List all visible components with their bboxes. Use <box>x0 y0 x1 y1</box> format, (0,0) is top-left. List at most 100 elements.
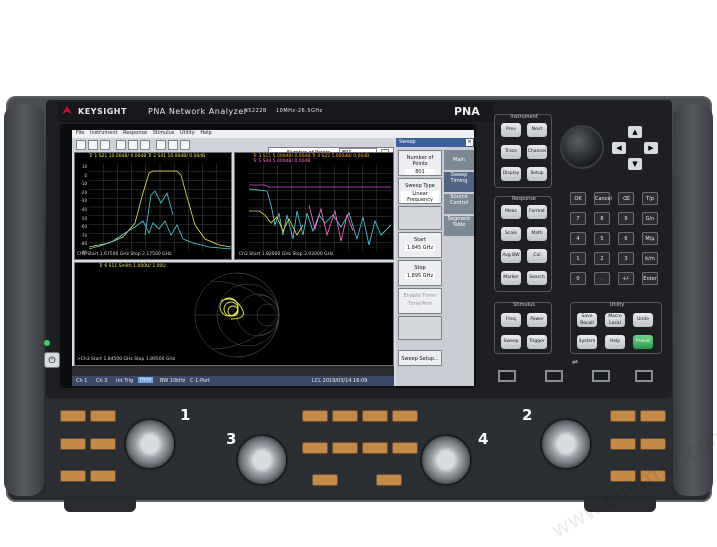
tab-segment-table[interactable]: Segment Table <box>444 216 474 236</box>
test-port-1[interactable] <box>124 418 176 470</box>
coupler-jumper[interactable] <box>640 410 666 422</box>
prev-key[interactable]: Prev <box>501 123 521 137</box>
arrow-up-icon[interactable]: ▲ <box>628 126 642 138</box>
cancel-key[interactable]: Cancel <box>594 192 612 205</box>
close-icon[interactable]: ✕ <box>466 139 473 146</box>
key-4[interactable]: 4 <box>570 232 586 245</box>
softkey-start[interactable]: Start 1.845 GHz <box>398 232 442 258</box>
usb-port-4[interactable] <box>635 370 653 382</box>
marker-key[interactable]: Marker <box>501 271 521 285</box>
coupler-jumper[interactable] <box>90 470 116 482</box>
softkey-sweep-type[interactable]: Sweep Type Linear Frequency <box>398 178 442 204</box>
status-channel-1[interactable]: Ch 1 <box>76 378 87 384</box>
preset-key[interactable]: Preset <box>633 335 653 349</box>
usb-port-3[interactable] <box>592 370 610 382</box>
mega-micro-key[interactable]: M/μ <box>642 232 658 245</box>
usb-port-2[interactable] <box>545 370 563 382</box>
key-2[interactable]: 2 <box>594 252 610 265</box>
plot-window-ch3[interactable]: Tr 6 S11 Smith 1.000U/ 1.00U >Ch3 Start … <box>74 262 394 366</box>
plot-window-ch1[interactable]: Tr 1 S21 10.00dB/ 0.00dB Tr 2 S41 10.00d… <box>74 152 232 260</box>
softkey-sweep-setup[interactable]: Sweep Setup... <box>398 350 442 366</box>
coupler-jumper[interactable] <box>640 438 666 450</box>
menu-response[interactable]: Response <box>123 130 147 136</box>
coupler-jumper[interactable] <box>610 410 636 422</box>
tab-main[interactable]: Main <box>444 150 474 170</box>
tab-source-control[interactable]: Source Control <box>444 194 474 214</box>
coupler-jumper[interactable] <box>362 442 388 454</box>
coupler-jumper[interactable] <box>332 442 358 454</box>
coupler-jumper[interactable] <box>60 438 86 450</box>
menu-help[interactable]: Help <box>200 130 211 136</box>
decimal-key[interactable]: . <box>594 272 610 285</box>
test-port-3[interactable] <box>236 434 288 486</box>
search-key[interactable]: Search <box>527 271 547 285</box>
setup-key[interactable]: Setup <box>527 167 547 181</box>
ok-key[interactable]: OK <box>570 192 586 205</box>
status-bandwidth[interactable]: BW 10kHz <box>160 378 185 384</box>
system-key[interactable]: System <box>577 335 597 349</box>
freq-key[interactable]: Freq <box>501 313 521 327</box>
tera-pico-key[interactable]: T/p <box>642 192 658 205</box>
fit-icon[interactable] <box>168 140 178 150</box>
key-8[interactable]: 8 <box>594 212 610 225</box>
menu-file[interactable]: File <box>76 130 84 136</box>
coupler-jumper[interactable] <box>312 474 338 486</box>
key-3[interactable]: 3 <box>618 252 634 265</box>
format-key[interactable]: Format <box>527 205 547 219</box>
kilo-milli-key[interactable]: k/m <box>642 252 658 265</box>
coupler-jumper[interactable] <box>90 410 116 422</box>
status-hold[interactable]: Hold <box>138 377 154 383</box>
help-icon[interactable] <box>180 140 190 150</box>
scale-key[interactable]: Scale <box>501 227 521 241</box>
avg-bw-key[interactable]: Avg BW <box>501 249 521 263</box>
math-key[interactable]: Math <box>527 227 547 241</box>
save-recall-key[interactable]: Save Recall <box>577 313 597 327</box>
softkey-blank-1[interactable] <box>398 206 442 230</box>
sweep-key[interactable]: Sweep <box>501 335 521 349</box>
coupler-jumper[interactable] <box>302 442 328 454</box>
menu-stimulus[interactable]: Stimulus <box>153 130 175 136</box>
arrow-left-icon[interactable]: ◀ <box>612 142 626 154</box>
status-channel-3[interactable]: Ch 3 <box>96 378 107 384</box>
help-key[interactable]: Help <box>605 335 625 349</box>
key-0[interactable]: 0 <box>570 272 586 285</box>
undo-icon[interactable] <box>76 140 86 150</box>
cal-key[interactable]: Cal <box>527 249 547 263</box>
arrow-right-icon[interactable]: ▶ <box>644 142 658 154</box>
softkey-blank-2[interactable] <box>398 316 442 340</box>
rotary-knob[interactable] <box>560 125 604 169</box>
coupler-jumper[interactable] <box>392 410 418 422</box>
test-port-2[interactable] <box>540 418 592 470</box>
status-cal[interactable]: C 1-Port <box>190 378 210 384</box>
enter-key[interactable]: Enter <box>642 272 658 285</box>
tab-sweep-timing[interactable]: Sweep Timing <box>444 172 474 192</box>
analyzer-screen[interactable]: File Instrument Response Stimulus Utilit… <box>72 130 474 386</box>
key-1[interactable]: 1 <box>570 252 586 265</box>
macro-local-key[interactable]: Macro Local <box>605 313 625 327</box>
window-icon[interactable] <box>100 140 110 150</box>
plot-window-ch2[interactable]: Tr 3 S11 5.000dB/ 0.00dB Tr 4 S22 5.000d… <box>234 152 394 260</box>
arrow-down-icon[interactable]: ▼ <box>628 158 642 170</box>
plus-minus-key[interactable]: +/- <box>618 272 634 285</box>
coupler-jumper[interactable] <box>362 410 388 422</box>
redo-icon[interactable] <box>88 140 98 150</box>
softkey-enable-timer[interactable]: Enable Timer Time/Arm <box>398 288 442 314</box>
coupler-jumper[interactable] <box>90 438 116 450</box>
usb-port-1[interactable] <box>498 370 516 382</box>
softkey-stop[interactable]: Stop 1.895 GHz <box>398 260 442 286</box>
coupler-jumper[interactable] <box>332 410 358 422</box>
meas-key[interactable]: Meas <box>501 205 521 219</box>
backspace-key[interactable]: ⌫ <box>618 192 634 205</box>
power-button[interactable]: ⏻ <box>44 352 60 368</box>
trace-key[interactable]: Trace <box>501 145 521 159</box>
coupler-jumper[interactable] <box>610 438 636 450</box>
channel-key[interactable]: Channel <box>527 145 547 159</box>
softkey-number-of-points[interactable]: Number of Points 801 <box>398 150 442 176</box>
coupler-jumper[interactable] <box>392 442 418 454</box>
menu-utility[interactable]: Utility <box>180 130 195 136</box>
trigger-key[interactable]: Trigger <box>527 335 547 349</box>
undo-key[interactable]: Undo <box>633 313 653 327</box>
display-key[interactable]: Display <box>501 167 521 181</box>
zoom-icon[interactable] <box>156 140 166 150</box>
trace-icon[interactable] <box>116 140 126 150</box>
